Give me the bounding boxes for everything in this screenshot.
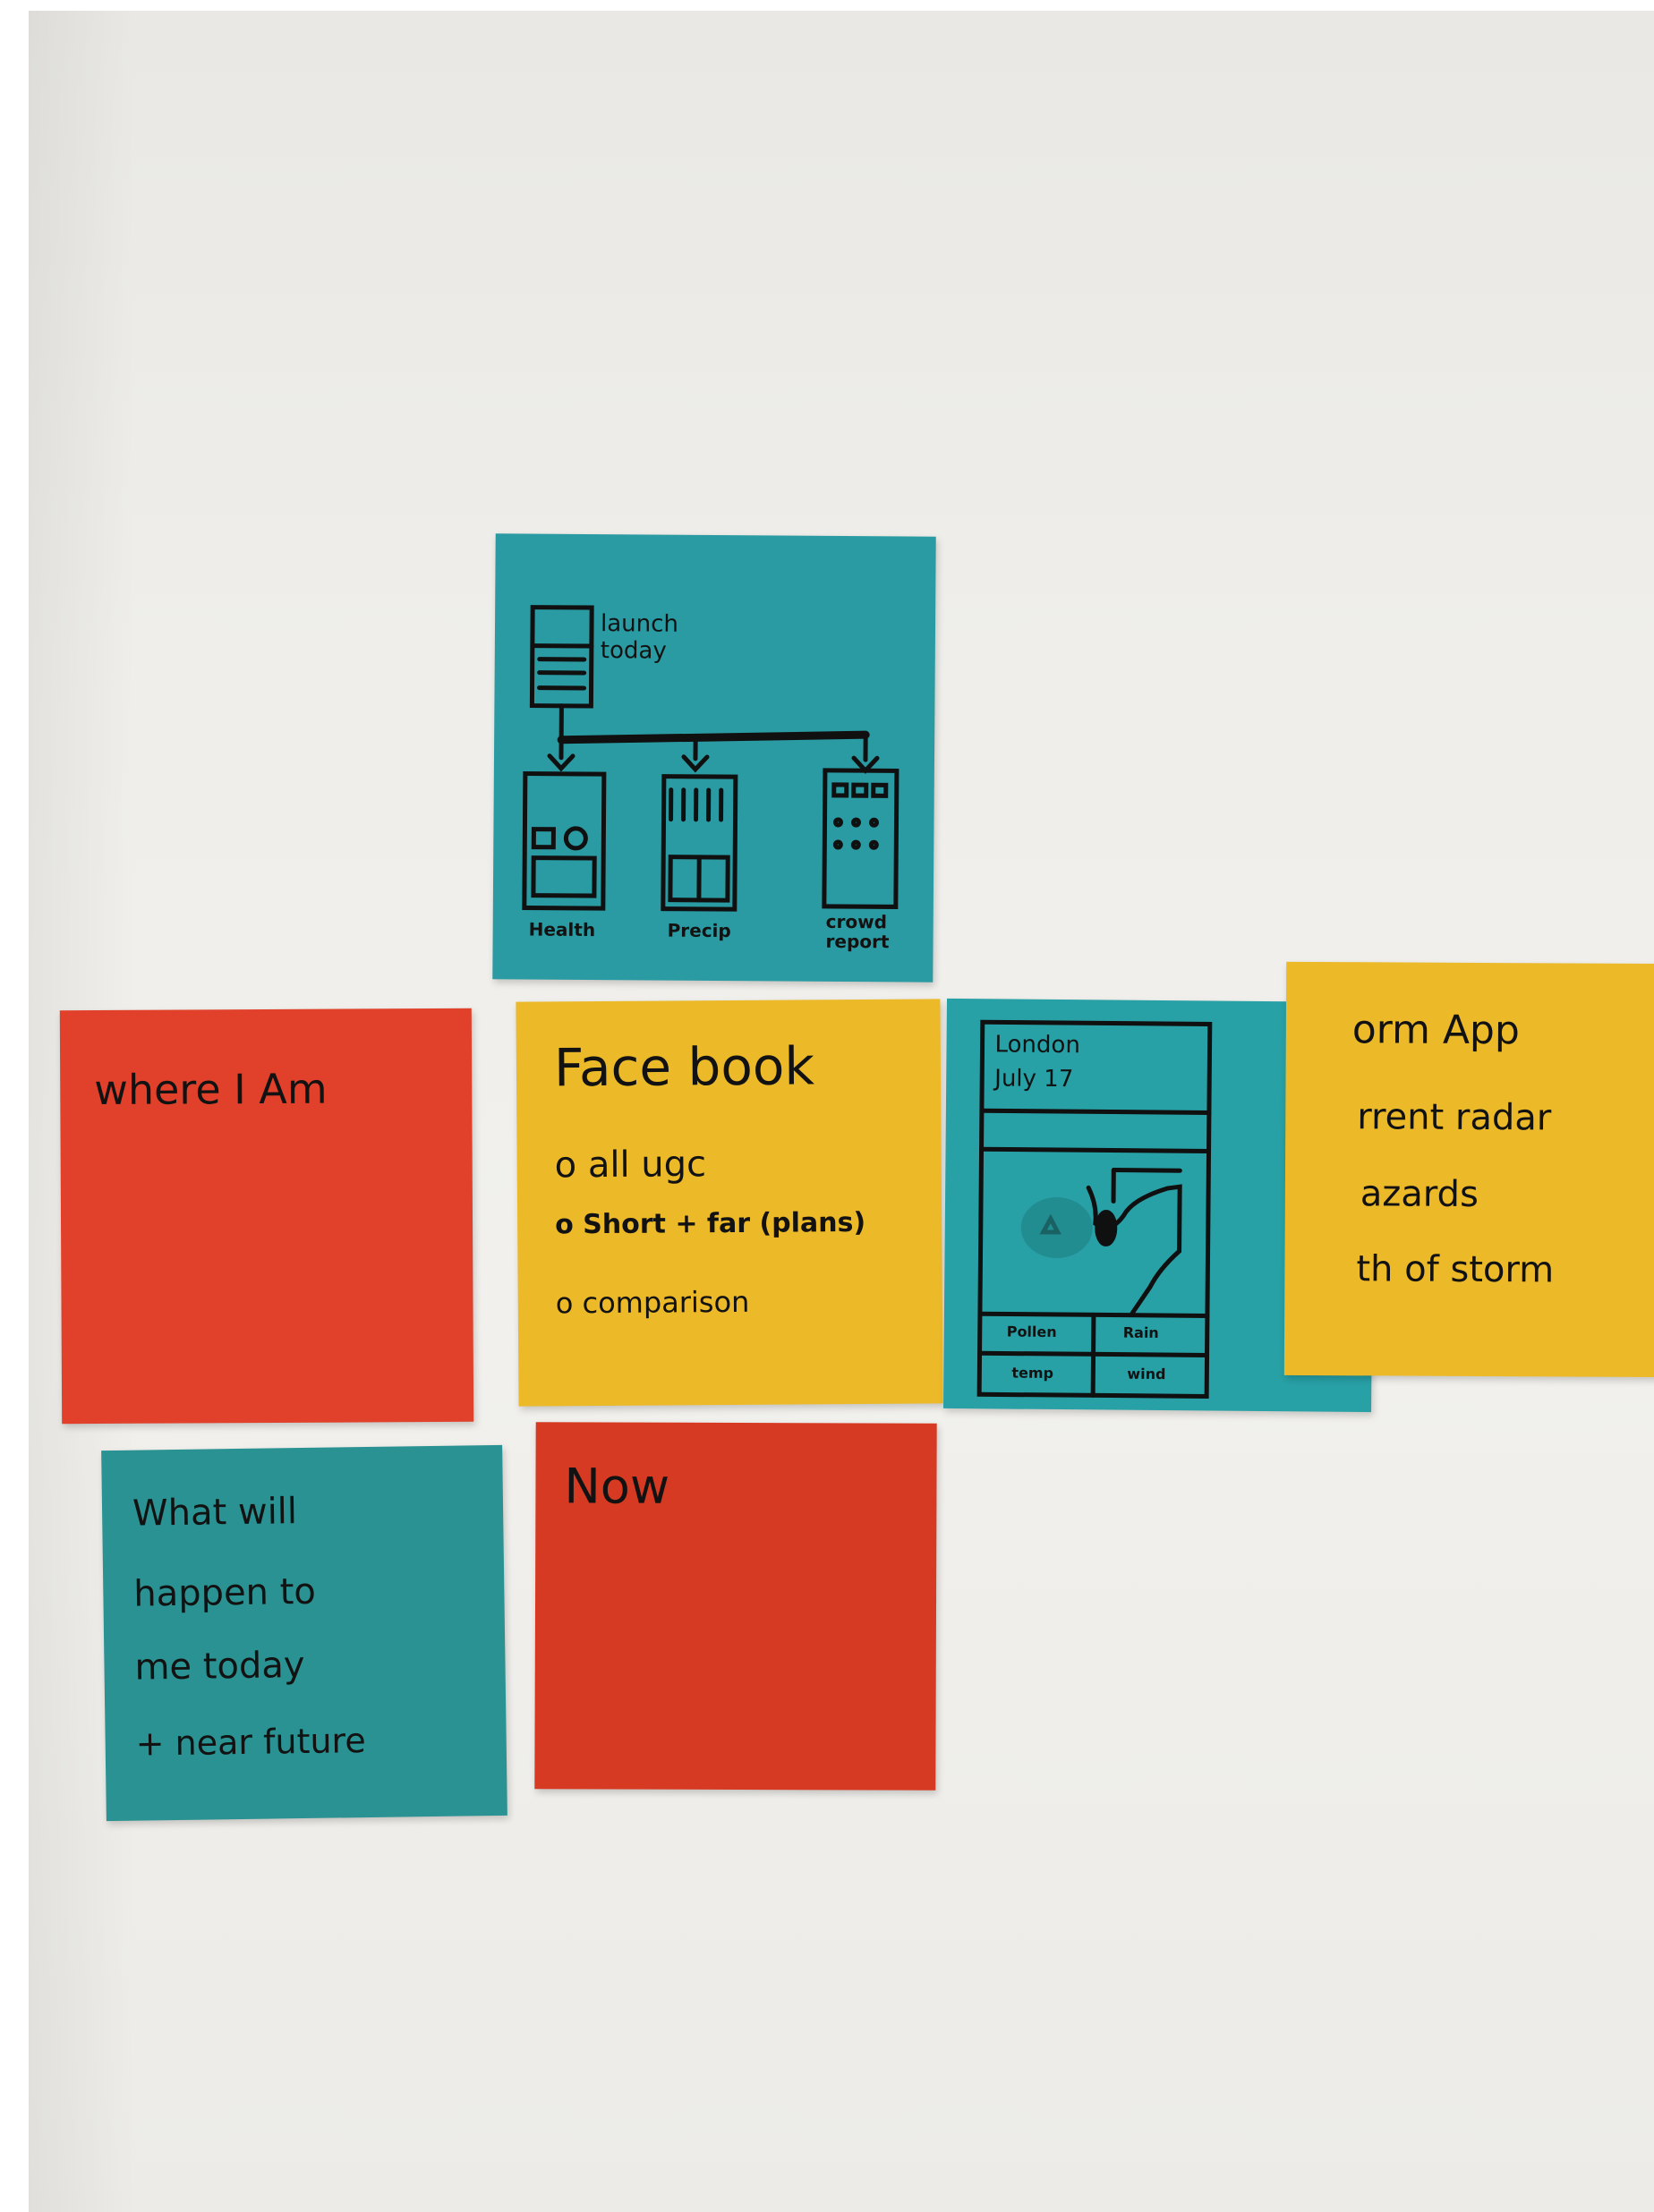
facebook-item-3: o comparison xyxy=(555,1284,750,1321)
map-place: London xyxy=(994,1031,1081,1059)
facebook-title: Face book xyxy=(553,1035,815,1099)
rain-button-label: Rain xyxy=(1122,1323,1159,1342)
crowd-report-label: crowd report xyxy=(825,910,890,953)
temp-button-label: temp xyxy=(1011,1364,1054,1382)
what-will-line-3: me today xyxy=(134,1644,305,1689)
health-label: Health xyxy=(528,918,596,941)
what-will-happen-note: What will happen to me today + near futu… xyxy=(101,1444,507,1822)
pollen-button-label: Pollen xyxy=(1006,1323,1057,1341)
storm-item-2: azards xyxy=(1360,1173,1479,1215)
now-note: Now xyxy=(534,1422,937,1791)
storm-item-1: rrent radar xyxy=(1357,1096,1552,1139)
facebook-note: Face book o all ugc o Short + far (plans… xyxy=(516,999,943,1407)
what-will-line-1: What will xyxy=(132,1491,298,1535)
what-will-line-2: happen to xyxy=(133,1570,317,1615)
now-text: Now xyxy=(564,1458,670,1515)
storm-app-title: orm App xyxy=(1351,1007,1520,1054)
facebook-item-1: o all ugc xyxy=(554,1144,707,1187)
what-will-line-4: + near future xyxy=(135,1721,366,1764)
launch-label: launch today xyxy=(600,610,679,665)
precip-label: Precip xyxy=(667,919,731,942)
where-i-am-note: where I Am xyxy=(59,1008,474,1425)
map-date: July 17 xyxy=(994,1065,1074,1093)
launch-sketch-note: launch today Health Precip crowd report xyxy=(492,533,936,983)
facebook-item-2: o Short + far (plans) xyxy=(555,1206,866,1241)
wind-button-label: wind xyxy=(1127,1365,1166,1383)
storm-item-3: th of storm xyxy=(1356,1248,1555,1291)
storm-app-note: orm App rrent radar azards th of storm xyxy=(1283,961,1654,1378)
where-i-am-text: where I Am xyxy=(94,1064,328,1115)
